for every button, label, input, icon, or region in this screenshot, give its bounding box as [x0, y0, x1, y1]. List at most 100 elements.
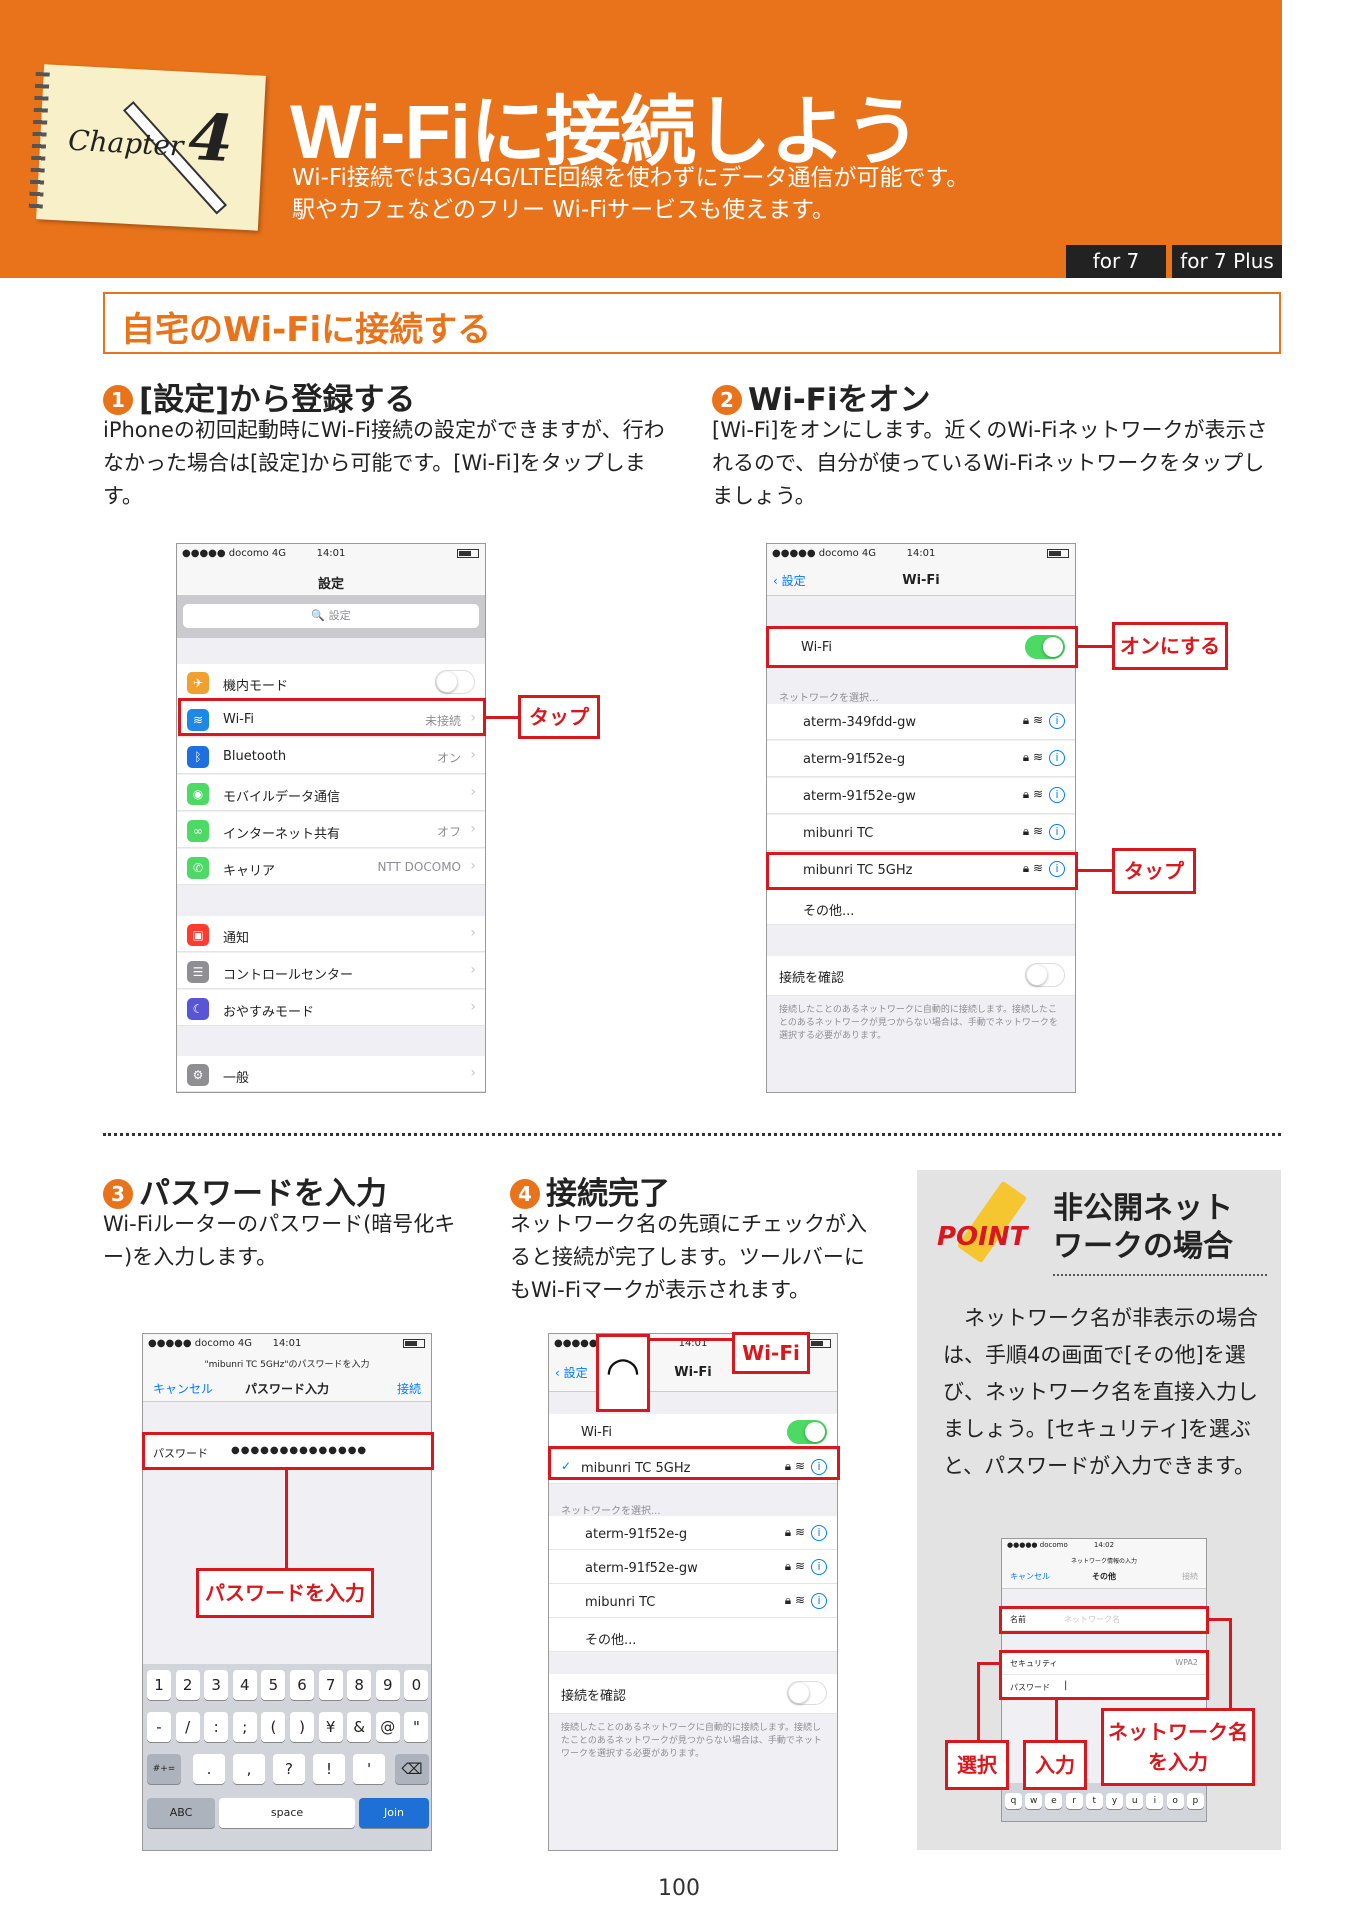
keyboard-key[interactable]: ': [353, 1754, 385, 1784]
join-button[interactable]: 接続: [397, 1380, 421, 1397]
keyboard-key[interactable]: ;: [232, 1712, 257, 1742]
keyboard-key[interactable]: 5: [261, 1670, 286, 1700]
settings-row-general[interactable]: ⚙ 一般 ›: [177, 1056, 485, 1092]
network-name: その他...: [585, 1633, 637, 1648]
network-row[interactable]: mibunri TC 🔒︎ ≋ i: [549, 1584, 837, 1618]
keyboard-key[interactable]: &: [347, 1712, 372, 1742]
info-icon[interactable]: i: [1049, 787, 1065, 803]
back-button[interactable]: ‹ 設定: [555, 1364, 588, 1381]
symbols-key[interactable]: #+=: [147, 1754, 181, 1784]
keyboard-key[interactable]: .: [193, 1754, 225, 1784]
keyboard-key[interactable]: e: [1045, 1793, 1063, 1809]
footnote: 接続したことのあるネットワークに自動的に接続します。接続したことのあるネットワー…: [779, 1005, 1058, 1041]
keyboard-key[interactable]: ¥: [318, 1712, 343, 1742]
keyboard-key[interactable]: (: [261, 1712, 286, 1742]
keyboard-key[interactable]: t: [1085, 1793, 1103, 1809]
airplane-toggle[interactable]: [435, 670, 475, 694]
step-1-text: iPhoneの初回起動時にWi-Fi接続の設定ができますが、行わなかった場合は[…: [103, 418, 665, 508]
chevron-right-icon: ›: [470, 784, 476, 800]
search-input[interactable]: 🔍 設定: [183, 604, 479, 628]
network-name: aterm-91f52e-g: [585, 1527, 688, 1542]
network-name: aterm-91f52e-gw: [585, 1561, 698, 1576]
keyboard-key[interactable]: p: [1186, 1793, 1204, 1809]
abc-key[interactable]: ABC: [147, 1798, 215, 1828]
keyboard-key[interactable]: r: [1065, 1793, 1083, 1809]
wifi-toggle[interactable]: [787, 1420, 827, 1444]
step-number-badge: 4: [510, 1179, 540, 1209]
keyboard-key[interactable]: /: [175, 1712, 200, 1742]
settings-row-control-center[interactable]: ☰ コントロールセンター ›: [177, 953, 485, 989]
row-value: オフ: [436, 825, 461, 839]
space-key[interactable]: space: [219, 1798, 355, 1828]
point-title: 非公開ネット ワークの場合: [1053, 1190, 1233, 1266]
keyboard-key[interactable]: o: [1166, 1793, 1184, 1809]
keyboard-key[interactable]: ": [404, 1712, 429, 1742]
keyboard-key[interactable]: ): [290, 1712, 314, 1742]
keyboard-key[interactable]: 4: [232, 1670, 257, 1700]
keyboard-key[interactable]: y: [1106, 1793, 1123, 1809]
row-label: 機内モード: [223, 679, 289, 694]
chevron-left-icon: ‹: [773, 574, 782, 588]
info-icon[interactable]: i: [1049, 750, 1065, 766]
network-icons: 🔒︎ ≋ i: [785, 1593, 827, 1609]
network-row[interactable]: aterm-91f52e-gw 🔒︎ ≋ i: [549, 1550, 837, 1584]
network-row[interactable]: aterm-91f52e-g 🔒︎ ≋ i: [549, 1516, 837, 1550]
password-highlight: [142, 1432, 434, 1470]
wifi-signal-icon: ≋: [794, 1525, 805, 1539]
info-icon[interactable]: i: [811, 1525, 827, 1541]
keyboard-key[interactable]: !: [313, 1754, 345, 1784]
callout-line: [1078, 869, 1112, 872]
backspace-icon[interactable]: ⌫: [395, 1754, 429, 1784]
keyboard-key[interactable]: 2: [175, 1670, 200, 1700]
info-icon[interactable]: i: [1049, 713, 1065, 729]
settings-row-notifications[interactable]: ▣ 通知 ›: [177, 916, 485, 952]
page-number: 100: [658, 1876, 700, 1901]
keyboard-key[interactable]: q: [1005, 1793, 1022, 1809]
settings-row-airplane[interactable]: ✈ 機内モード: [177, 664, 485, 700]
network-row[interactable]: aterm-91f52e-g 🔒︎ ≋ i: [767, 741, 1075, 777]
keyboard-key[interactable]: 1: [147, 1670, 171, 1700]
lock-icon: 🔒︎: [784, 1593, 792, 1607]
network-row[interactable]: aterm-91f52e-gw 🔒︎ ≋ i: [767, 778, 1075, 814]
network-row-other[interactable]: その他...: [767, 889, 1075, 925]
keyboard-key[interactable]: u: [1126, 1793, 1144, 1809]
wifi-signal-icon: ≋: [1032, 750, 1043, 764]
keyboard-key[interactable]: i: [1146, 1793, 1164, 1809]
keyboard-key[interactable]: 3: [204, 1670, 229, 1700]
ask-to-join-row[interactable]: 接続を確認: [549, 1674, 837, 1714]
keyboard-key[interactable]: 6: [290, 1670, 314, 1700]
keyboard-key[interactable]: 0: [404, 1670, 429, 1700]
ask-to-join-toggle[interactable]: [787, 1681, 827, 1705]
network-row[interactable]: aterm-349fdd-gw 🔒︎ ≋ i: [767, 704, 1075, 740]
join-key[interactable]: Join: [359, 1798, 429, 1828]
keyboard-key[interactable]: -: [147, 1712, 171, 1742]
info-icon[interactable]: i: [1049, 824, 1065, 840]
settings-row-cellular[interactable]: ◉ モバイルデータ通信 ›: [177, 775, 485, 811]
keyboard-key[interactable]: @: [375, 1712, 400, 1742]
keyboard-key[interactable]: 7: [318, 1670, 343, 1700]
keyboard-key[interactable]: w: [1025, 1793, 1043, 1809]
settings-row-hotspot[interactable]: ∞ インターネット共有 オフ ›: [177, 812, 485, 848]
settings-row-carrier[interactable]: ✆ キャリア NTT DOCOMO ›: [177, 849, 485, 885]
settings-row-dnd[interactable]: ☾ おやすみモード ›: [177, 990, 485, 1026]
back-button[interactable]: ‹ 設定: [773, 572, 806, 589]
footnote: 接続したことのあるネットワークに自動的に接続します。接続したことのあるネットワー…: [561, 1723, 822, 1759]
connected-screenshot: ●●●●● docomo 14:01 ‹ 設定 Wi-Fi Wi-Fi ✓ mi…: [548, 1333, 838, 1851]
tap-callout: タップ: [518, 695, 600, 739]
ask-to-join-row[interactable]: 接続を確認: [767, 956, 1075, 996]
info-icon[interactable]: i: [811, 1593, 827, 1609]
network-row[interactable]: mibunri TC 🔒︎ ≋ i: [767, 815, 1075, 851]
network-row-other[interactable]: その他...: [549, 1618, 837, 1652]
keyboard-key[interactable]: 9: [375, 1670, 400, 1700]
keyboard-key[interactable]: 8: [347, 1670, 372, 1700]
join-button[interactable]: 接続: [1182, 1571, 1198, 1582]
wifi-toggle-row[interactable]: Wi-Fi: [549, 1414, 837, 1450]
keyboard-key[interactable]: ,: [233, 1754, 265, 1784]
keyboard-key[interactable]: :: [204, 1712, 229, 1742]
settings-row-bluetooth[interactable]: ᛒ Bluetooth オン ›: [177, 738, 485, 774]
row-label: 接続を確認: [561, 1689, 627, 1704]
wifi-callout: Wi-Fi: [732, 1332, 810, 1374]
ask-to-join-toggle[interactable]: [1025, 963, 1065, 987]
info-icon[interactable]: i: [811, 1559, 827, 1575]
keyboard-key[interactable]: ?: [273, 1754, 305, 1784]
